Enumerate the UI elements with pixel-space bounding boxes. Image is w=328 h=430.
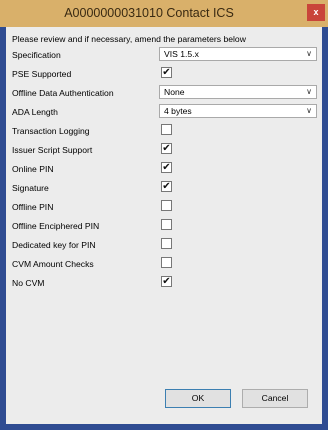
chevron-down-icon: ∨ xyxy=(306,87,312,96)
chevron-down-icon: ∨ xyxy=(306,49,312,58)
ok-button[interactable]: OK xyxy=(165,389,231,408)
checkmark-icon: ✔ xyxy=(162,181,171,192)
row-online-pin: Online PIN ✔ xyxy=(6,160,322,178)
dedicated-key-pin-checkbox[interactable] xyxy=(161,238,172,249)
checkmark-icon: ✔ xyxy=(162,162,171,173)
specification-select[interactable]: VIS 1.5.x ∨ xyxy=(159,47,317,61)
close-button[interactable]: x xyxy=(307,4,325,21)
offline-enciphered-pin-checkbox[interactable] xyxy=(161,219,172,230)
transaction-logging-checkbox[interactable] xyxy=(161,124,172,135)
instruction-text: Please review and if necessary, amend th… xyxy=(12,34,246,44)
checkmark-icon: ✔ xyxy=(162,276,171,287)
row-offline-data-auth: Offline Data Authentication None ∨ xyxy=(6,84,322,102)
row-signature: Signature ✔ xyxy=(6,179,322,197)
dedicated-key-pin-label: Dedicated key for PIN xyxy=(12,240,96,250)
online-pin-checkbox[interactable]: ✔ xyxy=(161,162,172,173)
row-no-cvm: No CVM ✔ xyxy=(6,274,322,292)
row-issuer-script-support: Issuer Script Support ✔ xyxy=(6,141,322,159)
window-title: A0000000031010 Contact ICS xyxy=(64,6,234,20)
row-dedicated-key-pin: Dedicated key for PIN xyxy=(6,236,322,254)
signature-label: Signature xyxy=(12,183,49,193)
offline-pin-checkbox[interactable] xyxy=(161,200,172,211)
cvm-amount-checks-label: CVM Amount Checks xyxy=(12,259,94,269)
chevron-down-icon: ∨ xyxy=(306,106,312,115)
checkmark-icon: ✔ xyxy=(162,143,171,154)
specification-label: Specification xyxy=(12,50,61,60)
row-transaction-logging: Transaction Logging xyxy=(6,122,322,140)
online-pin-label: Online PIN xyxy=(12,164,54,174)
ada-length-select[interactable]: 4 bytes ∨ xyxy=(159,104,317,118)
checkmark-icon: ✔ xyxy=(162,67,171,78)
no-cvm-label: No CVM xyxy=(12,278,45,288)
row-cvm-amount-checks: CVM Amount Checks xyxy=(6,255,322,273)
dialog-window: A0000000031010 Contact ICS x Please revi… xyxy=(0,0,328,430)
ada-length-label: ADA Length xyxy=(12,107,58,117)
issuer-script-support-checkbox[interactable]: ✔ xyxy=(161,143,172,154)
pse-supported-label: PSE Supported xyxy=(12,69,72,79)
transaction-logging-label: Transaction Logging xyxy=(12,126,90,136)
signature-checkbox[interactable]: ✔ xyxy=(161,181,172,192)
issuer-script-support-label: Issuer Script Support xyxy=(12,145,93,155)
pse-supported-checkbox[interactable]: ✔ xyxy=(161,67,172,78)
dialog-body: Please review and if necessary, amend th… xyxy=(6,27,322,424)
title-bar[interactable]: A0000000031010 Contact ICS x xyxy=(0,0,328,27)
specification-value: VIS 1.5.x xyxy=(164,49,199,59)
offline-data-auth-select[interactable]: None ∨ xyxy=(159,85,317,99)
row-offline-enciphered-pin: Offline Enciphered PIN xyxy=(6,217,322,235)
offline-enciphered-pin-label: Offline Enciphered PIN xyxy=(12,221,100,231)
offline-pin-label: Offline PIN xyxy=(12,202,54,212)
row-pse-supported: PSE Supported ✔ xyxy=(6,65,322,83)
row-specification: Specification VIS 1.5.x ∨ xyxy=(6,46,322,64)
offline-data-auth-label: Offline Data Authentication xyxy=(12,88,114,98)
cancel-button[interactable]: Cancel xyxy=(242,389,308,408)
cvm-amount-checks-checkbox[interactable] xyxy=(161,257,172,268)
row-ada-length: ADA Length 4 bytes ∨ xyxy=(6,103,322,121)
row-offline-pin: Offline PIN xyxy=(6,198,322,216)
no-cvm-checkbox[interactable]: ✔ xyxy=(161,276,172,287)
offline-data-auth-value: None xyxy=(164,87,185,97)
ada-length-value: 4 bytes xyxy=(164,106,192,116)
